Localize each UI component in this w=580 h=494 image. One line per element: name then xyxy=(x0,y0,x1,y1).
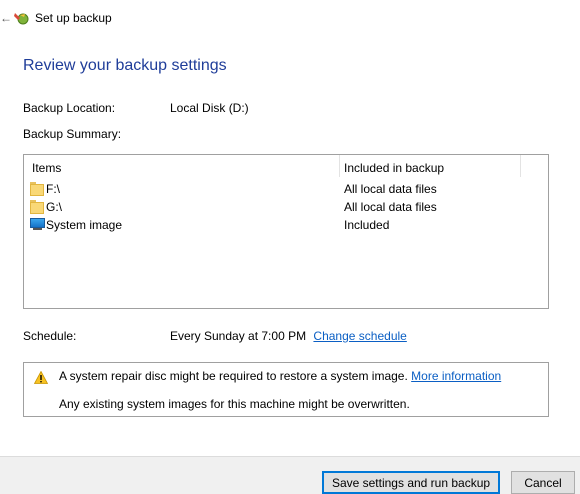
list-item[interactable]: F:\ All local data files xyxy=(24,180,548,198)
change-schedule-link[interactable]: Change schedule xyxy=(313,329,406,343)
page-heading: Review your backup settings xyxy=(23,57,227,74)
title-bar: ← Set up backup xyxy=(0,0,580,34)
warning-icon xyxy=(34,371,48,384)
item-name: F:\ xyxy=(46,182,60,196)
backup-icon xyxy=(14,13,29,25)
item-included: All local data files xyxy=(344,182,437,196)
column-header-items[interactable]: Items xyxy=(32,161,61,175)
button-bar: Save settings and run backup Cancel xyxy=(0,456,580,494)
item-included: Included xyxy=(344,218,390,232)
list-item[interactable]: System image Included xyxy=(24,216,548,234)
item-name: G:\ xyxy=(46,200,63,214)
warning-text: A system repair disc might be required t… xyxy=(59,369,408,383)
backup-location-label: Backup Location: xyxy=(23,101,116,115)
window-title: Set up backup xyxy=(35,11,112,25)
list-item[interactable]: G:\ All local data files xyxy=(24,198,548,216)
backup-location-value: Local Disk (D:) xyxy=(170,101,249,115)
column-header-included[interactable]: Included in backup xyxy=(344,161,444,175)
schedule-value: Every Sunday at 7:00 PM Change schedule xyxy=(170,329,407,343)
back-arrow-icon[interactable]: ← xyxy=(0,11,12,25)
warning-line-1: A system repair disc might be required t… xyxy=(59,369,501,383)
folder-icon xyxy=(30,182,44,196)
item-name: System image xyxy=(46,218,123,232)
save-and-run-button[interactable]: Save settings and run backup xyxy=(322,471,500,494)
column-divider xyxy=(520,155,521,177)
warning-line-2: Any existing system images for this mach… xyxy=(59,397,410,411)
monitor-icon xyxy=(30,218,45,231)
schedule-label: Schedule: xyxy=(23,329,77,343)
schedule-text: Every Sunday at 7:00 PM xyxy=(170,329,307,343)
item-included: All local data files xyxy=(344,200,437,214)
backup-summary-list[interactable]: Items Included in backup F:\ All local d… xyxy=(23,154,549,309)
folder-icon xyxy=(30,200,44,214)
more-information-link[interactable]: More information xyxy=(411,369,501,383)
column-divider xyxy=(339,155,340,177)
cancel-button[interactable]: Cancel xyxy=(511,471,575,494)
backup-summary-label: Backup Summary: xyxy=(23,127,122,141)
warning-panel: A system repair disc might be required t… xyxy=(23,362,549,417)
